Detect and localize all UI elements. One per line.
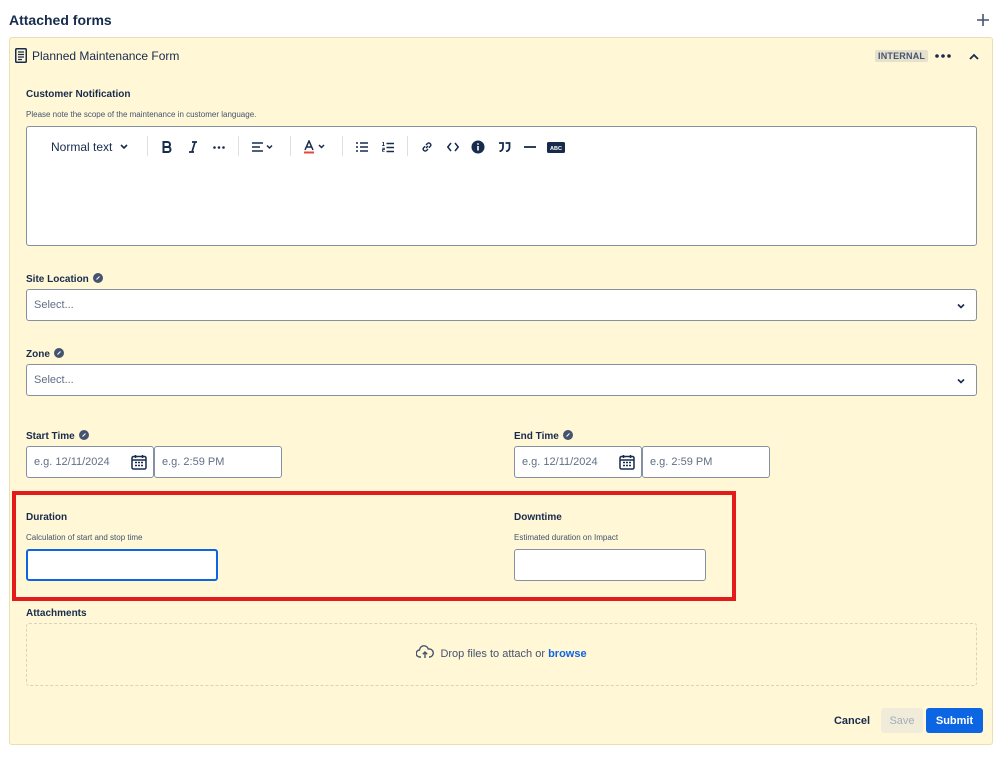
start-time-label-text: Start Time bbox=[26, 431, 75, 442]
text-color-button[interactable] bbox=[303, 138, 329, 156]
link-icon bbox=[422, 142, 432, 152]
planned-maintenance-form-card: Planned Maintenance Form INTERNAL Custom… bbox=[9, 37, 993, 745]
submit-button[interactable]: Submit bbox=[926, 708, 983, 733]
end-time-label: End Time bbox=[514, 430, 573, 442]
customer-notification-description: Please note the scope of the maintenance… bbox=[26, 110, 257, 119]
code-icon bbox=[447, 142, 459, 152]
calendar-icon[interactable] bbox=[619, 454, 635, 470]
numbered-list-icon bbox=[382, 141, 394, 152]
attachments-label: Attachments bbox=[26, 608, 87, 619]
attached-forms-title: Attached forms bbox=[9, 12, 112, 28]
attachments-dropzone[interactable]: Drop files to attach or browse bbox=[26, 623, 977, 686]
italic-button[interactable] bbox=[185, 138, 201, 156]
more-formatting-icon bbox=[213, 145, 225, 149]
code-button[interactable] bbox=[445, 138, 461, 156]
internal-badge: INTERNAL bbox=[875, 50, 929, 62]
start-time-label: Start Time bbox=[26, 430, 89, 442]
divider-button[interactable] bbox=[522, 138, 538, 156]
cancel-button[interactable]: Cancel bbox=[828, 708, 876, 733]
form-header: Planned Maintenance Form INTERNAL bbox=[10, 38, 992, 74]
more-horizontal-icon bbox=[935, 54, 951, 58]
text-style-dropdown[interactable]: Normal text bbox=[51, 138, 133, 156]
duration-label: Duration bbox=[26, 512, 68, 523]
quote-button[interactable] bbox=[496, 138, 512, 156]
end-date-placeholder: e.g. 12/11/2024 bbox=[522, 456, 598, 468]
duration-description: Calculation of start and stop time bbox=[26, 533, 143, 542]
more-formatting-button[interactable] bbox=[211, 138, 227, 156]
end-time-label-text: End Time bbox=[514, 431, 559, 442]
site-location-select[interactable]: Select... bbox=[26, 289, 977, 321]
site-location-placeholder: Select... bbox=[34, 299, 74, 311]
spellcheck-icon: ABC bbox=[547, 141, 565, 153]
form-more-button[interactable] bbox=[932, 47, 954, 65]
drop-text: Drop files to attach or bbox=[440, 648, 546, 660]
start-date-placeholder: e.g. 12/11/2024 bbox=[34, 456, 110, 468]
customer-notification-label: Customer Notification bbox=[26, 89, 131, 100]
chevron-down-icon bbox=[957, 303, 965, 309]
text-color-icon bbox=[304, 140, 325, 154]
align-button[interactable] bbox=[250, 138, 276, 156]
link-icon bbox=[78, 430, 89, 440]
dropzone-content: Drop files to attach or browse bbox=[27, 645, 976, 660]
link-button[interactable] bbox=[419, 138, 435, 156]
end-date-input[interactable]: e.g. 12/11/2024 bbox=[514, 446, 642, 478]
save-button[interactable]: Save bbox=[881, 708, 923, 733]
calendar-icon[interactable] bbox=[131, 454, 147, 470]
bullet-list-button[interactable] bbox=[354, 138, 370, 156]
editor-toolbar: Normal text ABC bbox=[27, 127, 976, 167]
start-date-input[interactable]: e.g. 12/11/2024 bbox=[26, 446, 154, 478]
end-time-input[interactable]: e.g. 2:59 PM bbox=[642, 446, 770, 478]
downtime-label: Downtime bbox=[514, 512, 562, 523]
site-location-label: Site Location bbox=[26, 273, 103, 285]
numbered-list-button[interactable] bbox=[380, 138, 396, 156]
align-icon bbox=[252, 142, 273, 152]
chevron-up-icon bbox=[969, 53, 979, 60]
quote-icon bbox=[498, 142, 510, 152]
downtime-input[interactable] bbox=[514, 549, 706, 581]
bold-button[interactable] bbox=[159, 138, 175, 156]
duration-input[interactable] bbox=[26, 549, 218, 581]
info-panel-button[interactable] bbox=[470, 138, 486, 156]
info-panel-icon bbox=[471, 140, 485, 154]
spellcheck-button[interactable]: ABC bbox=[546, 138, 566, 156]
site-location-label-text: Site Location bbox=[26, 274, 89, 285]
zone-placeholder: Select... bbox=[34, 374, 74, 386]
document-icon bbox=[15, 48, 27, 63]
start-time-input[interactable]: e.g. 2:59 PM bbox=[154, 446, 282, 478]
attached-forms-header: Attached forms bbox=[0, 0, 999, 38]
svg-text:ABC: ABC bbox=[550, 146, 562, 152]
divider-icon bbox=[524, 146, 536, 148]
cloud-upload-icon bbox=[415, 645, 435, 658]
zone-label: Zone bbox=[26, 348, 64, 360]
downtime-description: Estimated duration on Impact bbox=[514, 533, 619, 542]
collapse-form-button[interactable] bbox=[965, 47, 983, 65]
plus-icon bbox=[977, 14, 989, 26]
chevron-down-icon bbox=[120, 144, 128, 150]
link-icon bbox=[562, 430, 573, 440]
link-icon bbox=[92, 273, 103, 283]
chevron-down-icon bbox=[957, 378, 965, 384]
text-style-label: Normal text bbox=[51, 140, 113, 154]
zone-label-text: Zone bbox=[26, 349, 50, 360]
bold-icon bbox=[162, 141, 172, 153]
form-title: Planned Maintenance Form bbox=[32, 49, 180, 63]
bullet-list-icon bbox=[356, 142, 368, 152]
link-icon bbox=[53, 348, 64, 358]
add-form-button[interactable] bbox=[972, 9, 994, 31]
browse-link[interactable]: browse bbox=[548, 648, 587, 660]
start-time-placeholder: e.g. 2:59 PM bbox=[162, 456, 225, 468]
italic-icon bbox=[189, 141, 197, 153]
customer-notification-editor[interactable]: Normal text ABC bbox=[26, 126, 977, 246]
end-time-placeholder: e.g. 2:59 PM bbox=[650, 456, 713, 468]
zone-select[interactable]: Select... bbox=[26, 364, 977, 396]
